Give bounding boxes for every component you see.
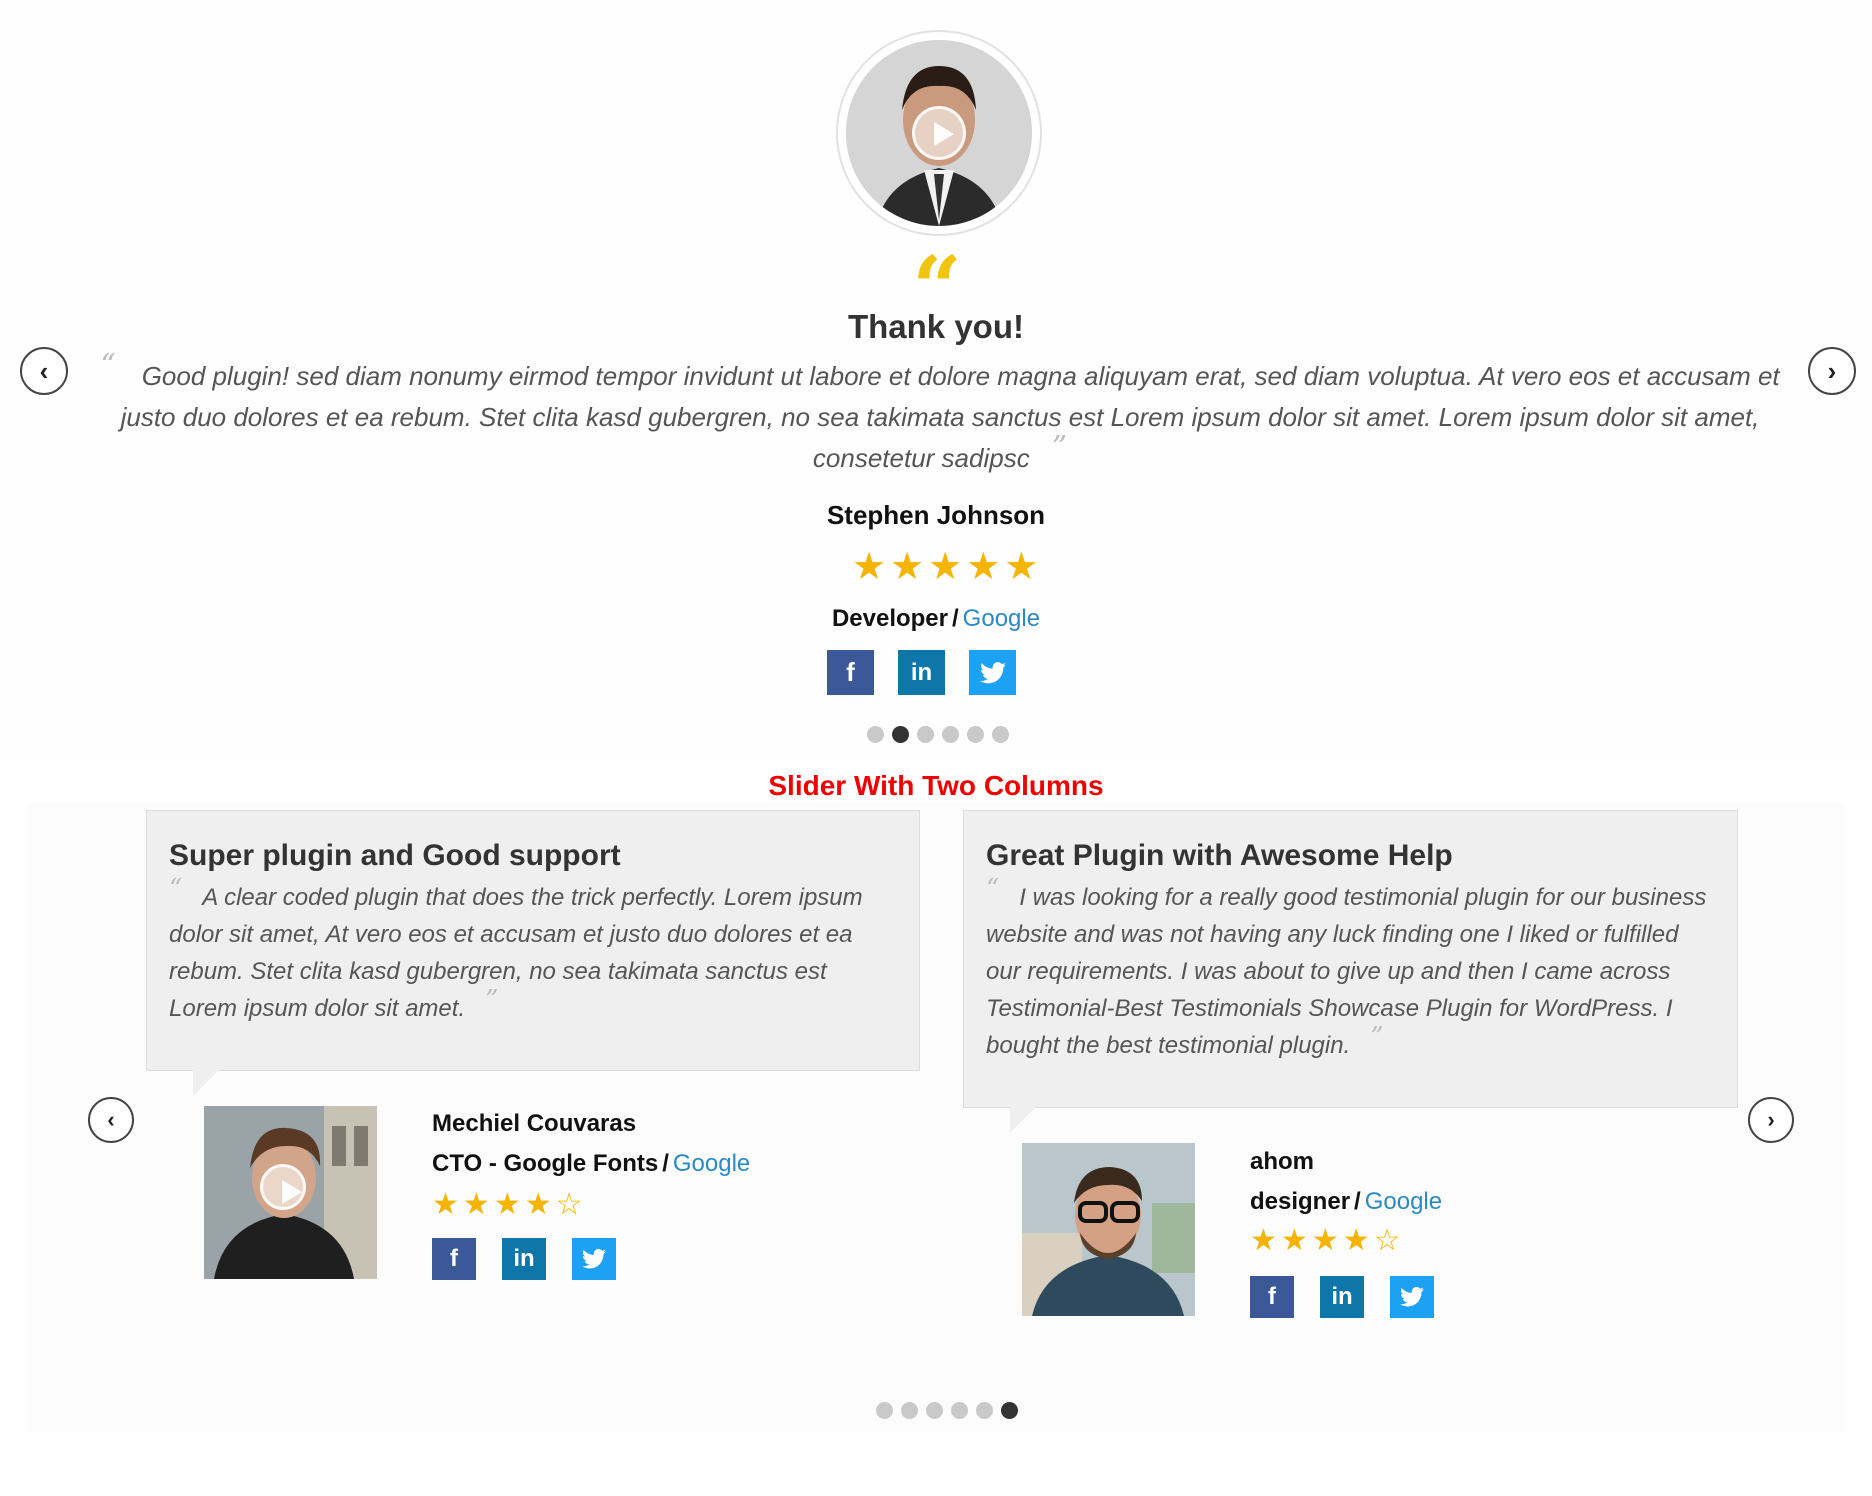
avatar-stephen[interactable]	[846, 40, 1032, 226]
twitter-icon[interactable]	[1390, 1276, 1434, 1318]
card-body: I was looking for a really good testimon…	[986, 884, 1707, 1059]
pagination-dot[interactable]	[967, 726, 984, 743]
star-rating: ★ ★ ★ ★ ★	[852, 548, 1038, 586]
twitter-bird-icon	[1400, 1287, 1424, 1307]
prev-slide-button[interactable]: ‹	[88, 1097, 134, 1143]
testimonial-card: Great Plugin with Awesome Help “I was lo…	[963, 810, 1738, 1133]
testimonial-title: Thank you!	[847, 308, 1024, 345]
twitter-icon[interactable]	[969, 650, 1016, 695]
next-slide-button[interactable]: ›	[1808, 347, 1856, 395]
star-filled-icon: ★	[966, 546, 1001, 588]
star-filled-icon: ★	[1280, 1224, 1308, 1257]
star-filled-icon: ★	[462, 1188, 490, 1221]
job-separator: /	[952, 605, 959, 632]
linkedin-icon[interactable]: in	[1320, 1276, 1364, 1318]
social-links: f in	[827, 650, 1016, 695]
pagination-dot[interactable]	[917, 726, 934, 743]
play-video-icon[interactable]	[260, 1164, 306, 1210]
card-text: “A clear coded plugin that does the tric…	[169, 876, 897, 1027]
author-job: designer / Google	[1250, 1188, 1442, 1216]
quote-open-icon: “	[169, 874, 183, 904]
twitter-bird-icon	[582, 1249, 606, 1269]
slider-pagination	[867, 726, 1009, 743]
pagination-dot[interactable]	[892, 726, 909, 743]
twitter-bird-icon	[979, 661, 1006, 683]
testimonial-body: Good plugin! sed diam nonumy eirmod temp…	[120, 361, 1780, 473]
star-filled-icon: ★	[1311, 1224, 1339, 1257]
star-filled-icon: ★	[852, 546, 887, 588]
pagination-dot[interactable]	[876, 1402, 893, 1419]
pagination-dot[interactable]	[926, 1402, 943, 1419]
star-filled-icon: ★	[432, 1188, 459, 1221]
author-name: ahom	[1250, 1148, 1315, 1175]
job-title: Developer	[831, 605, 948, 632]
star-filled-icon: ★	[493, 1188, 521, 1221]
next-slide-button[interactable]: ›	[1748, 1097, 1794, 1143]
prev-slide-button[interactable]: ‹	[20, 347, 68, 395]
pagination-dot[interactable]	[901, 1402, 918, 1419]
quote-open-icon: “	[100, 348, 116, 383]
testimonial-card: Super plugin and Good support “A clear c…	[146, 810, 920, 1096]
facebook-icon[interactable]: f	[1250, 1276, 1294, 1318]
social-links: f in	[432, 1238, 616, 1280]
star-filled-icon: ★	[524, 1188, 552, 1221]
author-job: CTO - Google Fonts / Google	[432, 1150, 750, 1178]
linkedin-icon[interactable]: in	[502, 1238, 546, 1280]
job-separator: /	[1354, 1188, 1361, 1215]
company-link[interactable]: Google	[673, 1150, 750, 1177]
pagination-dot[interactable]	[976, 1402, 993, 1419]
quote-close-icon: ”	[1051, 430, 1068, 465]
star-empty-icon: ☆	[555, 1188, 583, 1221]
avatar-ring	[836, 30, 1042, 236]
star-filled-icon: ★	[1250, 1224, 1277, 1257]
job-title: designer	[1250, 1188, 1351, 1215]
job-title: CTO - Google Fonts	[432, 1150, 659, 1177]
quote-open-icon: “	[986, 874, 1000, 904]
star-rating: ★ ★ ★ ★ ☆	[432, 1190, 583, 1220]
card-body: A clear coded plugin that does the trick…	[169, 884, 863, 1022]
author-name: Mechiel Couvaras	[432, 1110, 637, 1137]
quote-close-icon: ”	[485, 985, 499, 1015]
card-title: Super plugin and Good support	[169, 839, 621, 872]
card-text: “I was looking for a really good testimo…	[986, 876, 1715, 1064]
pagination-dot[interactable]	[992, 726, 1009, 743]
pagination-dot[interactable]	[1001, 1402, 1018, 1419]
star-filled-icon: ★	[1004, 546, 1039, 588]
section-title: Slider With Two Columns	[768, 770, 1104, 801]
pagination-dot[interactable]	[867, 726, 884, 743]
testimonial-slider: “ Thank you! “Good plugin! sed diam nonu…	[0, 0, 1872, 760]
page: “ Thank you! “Good plugin! sed diam nonu…	[0, 0, 1872, 1496]
star-filled-icon: ★	[1342, 1224, 1370, 1257]
card-title: Great Plugin with Awesome Help	[986, 839, 1453, 872]
company-link[interactable]: Google	[1365, 1188, 1442, 1215]
avatar-photo	[1022, 1143, 1195, 1316]
quote-close-icon: ”	[1370, 1022, 1384, 1052]
twitter-icon[interactable]	[572, 1238, 616, 1280]
star-empty-icon: ☆	[1373, 1224, 1401, 1257]
play-video-icon[interactable]	[912, 106, 966, 160]
company-link[interactable]: Google	[963, 605, 1040, 632]
star-filled-icon: ★	[890, 546, 925, 588]
facebook-icon[interactable]: f	[827, 650, 874, 695]
author-job: Developer / Google	[636, 605, 1236, 633]
avatar-ahom	[1022, 1143, 1195, 1316]
slider-pagination	[876, 1402, 1018, 1419]
pagination-dot[interactable]	[942, 726, 959, 743]
pagination-dot[interactable]	[951, 1402, 968, 1419]
linkedin-icon[interactable]: in	[898, 650, 945, 695]
social-links: f in	[1250, 1276, 1434, 1318]
facebook-icon[interactable]: f	[432, 1238, 476, 1280]
author-name: Stephen Johnson	[826, 500, 1046, 530]
job-separator: /	[662, 1150, 669, 1177]
star-filled-icon: ★	[928, 546, 963, 588]
star-rating: ★ ★ ★ ★ ☆	[1250, 1226, 1401, 1256]
testimonial-text: “Good plugin! sed diam nonumy eirmod tem…	[70, 351, 1810, 479]
avatar-mechiel[interactable]	[204, 1106, 377, 1279]
